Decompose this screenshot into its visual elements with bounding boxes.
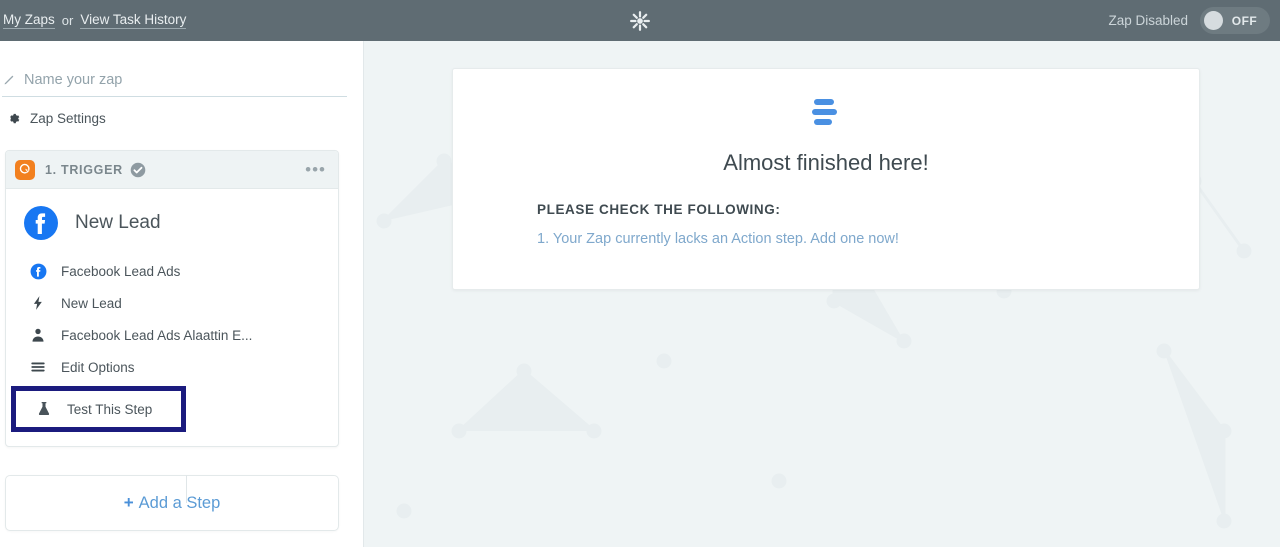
- trigger-card-header[interactable]: 1. TRIGGER •••: [6, 151, 338, 189]
- zap-disabled-label: Zap Disabled: [1108, 13, 1188, 28]
- trigger-substep-account-label: Facebook Lead Ads Alaattin E...: [61, 327, 253, 343]
- notice-item: 1. Your Zap currently lacks an Action st…: [537, 231, 1199, 247]
- pencil-icon: [4, 75, 14, 85]
- zapier-trigger-cursor-icon: [15, 159, 35, 180]
- list-bars-icon: [812, 99, 837, 125]
- topbar-right-controls: Zap Disabled OFF: [1108, 7, 1270, 34]
- gear-icon: [10, 113, 20, 124]
- trigger-step-label: 1. TRIGGER: [45, 162, 123, 177]
- notice-subtitle: PLEASE CHECK THE FOLLOWING:: [537, 202, 781, 217]
- add-step-section: + Add a Step: [5, 475, 339, 531]
- zap-enable-toggle[interactable]: OFF: [1200, 7, 1270, 34]
- topbar-left-links: My Zaps or View Task History: [0, 12, 187, 29]
- trigger-substep-options-label: Edit Options: [61, 359, 135, 375]
- test-this-step-highlight: Test This Step: [11, 386, 187, 432]
- zap-settings-button[interactable]: Zap Settings: [6, 111, 363, 126]
- trigger-title: New Lead: [75, 212, 161, 233]
- incomplete-zap-notice-card: Almost finished here! PLEASE CHECK THE F…: [452, 68, 1200, 290]
- my-zaps-link[interactable]: My Zaps: [3, 12, 55, 29]
- facebook-icon: [24, 206, 58, 240]
- topbar-center: [0, 10, 1280, 32]
- test-this-step-button[interactable]: Test This Step: [16, 391, 182, 427]
- plus-icon: +: [123, 493, 134, 512]
- zap-settings-label: Zap Settings: [30, 111, 106, 126]
- trigger-substep-event-label: New Lead: [61, 295, 122, 311]
- toggle-knob: [1204, 11, 1223, 30]
- trigger-substep-app-label: Facebook Lead Ads: [61, 263, 181, 279]
- test-this-step-label: Test This Step: [67, 401, 153, 417]
- lightning-bolt-icon: [29, 294, 47, 312]
- facebook-icon: [29, 262, 47, 280]
- trigger-substep-account[interactable]: Facebook Lead Ads Alaattin E...: [6, 319, 338, 351]
- zap-editor-canvas: Almost finished here! PLEASE CHECK THE F…: [364, 41, 1280, 547]
- add-a-step-button[interactable]: + Add a Step: [5, 475, 339, 531]
- trigger-title-row: New Lead: [6, 189, 338, 255]
- person-icon: [29, 326, 47, 344]
- zapier-logo-icon[interactable]: [629, 10, 651, 32]
- view-task-history-link[interactable]: View Task History: [80, 12, 187, 29]
- or-separator-label: or: [61, 13, 74, 28]
- check-circle-icon: [130, 162, 146, 177]
- zap-editor-sidebar: Zap Settings 1. TRIGGER •••: [0, 41, 364, 547]
- add-action-step-link[interactable]: 1. Your Zap currently lacks an Action st…: [537, 231, 899, 247]
- zap-name-row: [2, 72, 347, 97]
- add-a-step-label: Add a Step: [138, 493, 221, 512]
- trigger-substep-event[interactable]: New Lead: [6, 287, 338, 319]
- step-connector-line: [186, 475, 187, 503]
- trigger-card-body: New Lead Facebook Lead Ads New Lead Face…: [6, 189, 338, 446]
- trigger-substep-app[interactable]: Facebook Lead Ads: [6, 255, 338, 287]
- trigger-step-card: 1. TRIGGER ••• New Lead Facebook Lead Ad…: [5, 150, 339, 447]
- notice-title: Almost finished here!: [723, 150, 929, 175]
- toggle-state-label: OFF: [1231, 13, 1258, 28]
- zap-name-input[interactable]: [24, 72, 347, 88]
- trigger-card-menu-button[interactable]: •••: [305, 161, 326, 178]
- list-lines-icon: [29, 358, 47, 376]
- top-navigation-bar: My Zaps or View Task History Zap Disable…: [0, 0, 1280, 41]
- trigger-substep-options[interactable]: Edit Options: [6, 351, 338, 383]
- flask-icon: [35, 400, 53, 418]
